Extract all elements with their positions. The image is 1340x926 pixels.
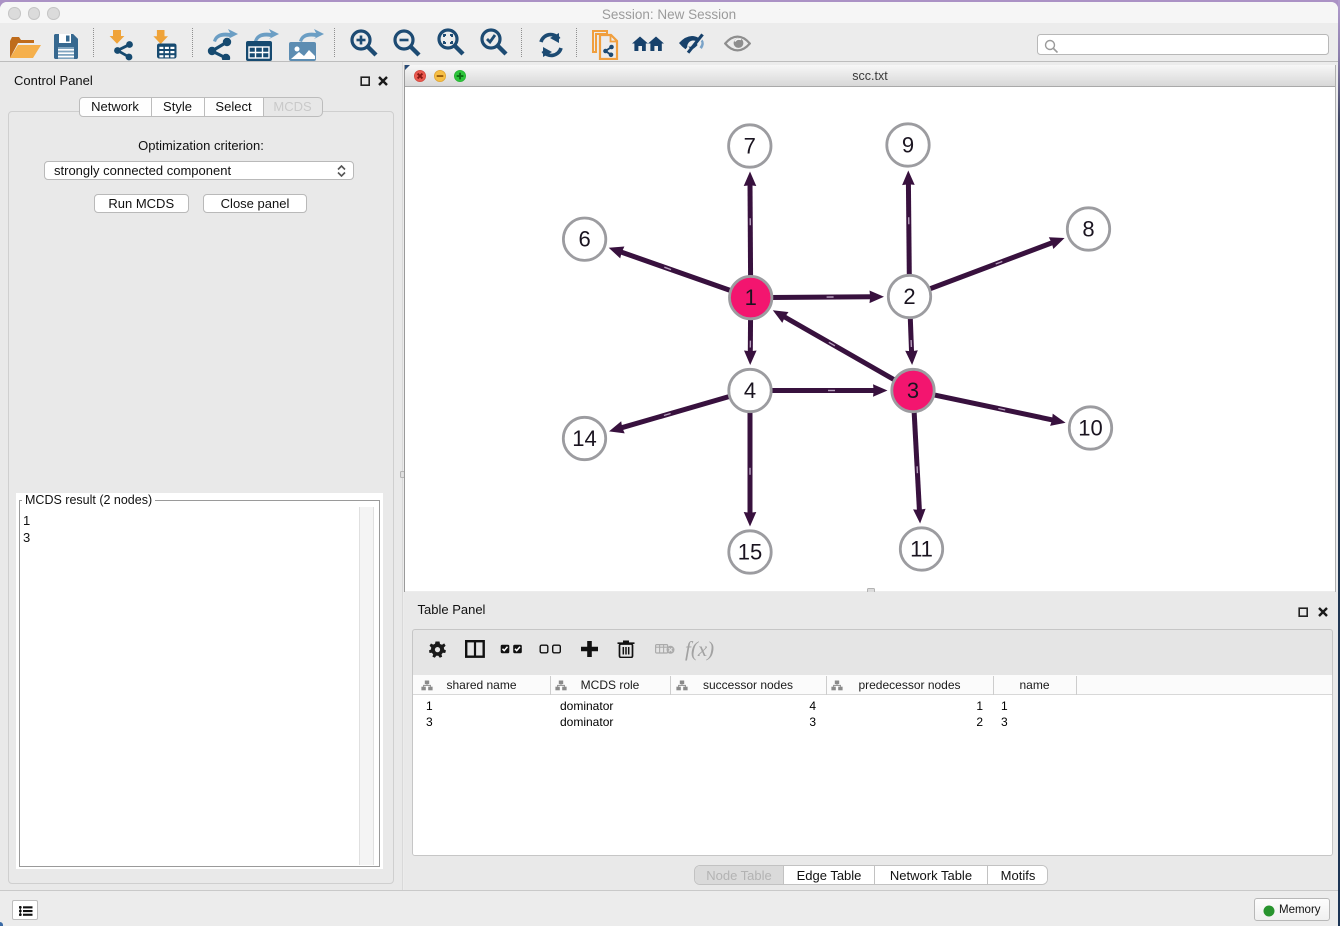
svg-text:7: 7 [744, 133, 756, 158]
svg-text:9: 9 [902, 132, 914, 157]
svg-text:8: 8 [1082, 216, 1094, 241]
svg-text:2: 2 [903, 284, 915, 309]
svg-text:14: 14 [572, 426, 596, 451]
svg-text:3: 3 [907, 378, 919, 403]
svg-text:15: 15 [738, 539, 762, 564]
svg-text:1: 1 [745, 285, 757, 310]
svg-text:4: 4 [744, 378, 756, 403]
svg-text:6: 6 [578, 227, 590, 252]
svg-text:10: 10 [1078, 415, 1102, 440]
svg-text:11: 11 [910, 536, 933, 561]
